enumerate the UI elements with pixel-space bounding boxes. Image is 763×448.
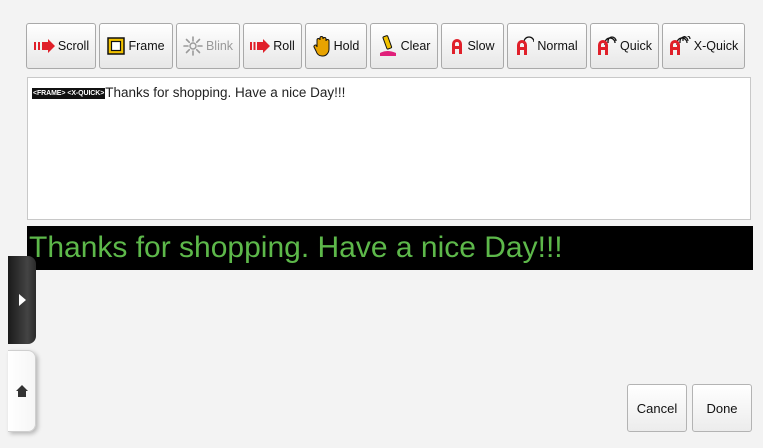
done-label: Done bbox=[706, 400, 738, 416]
roll-arrow-icon bbox=[250, 39, 271, 53]
speed-slow-button[interactable]: Slow bbox=[441, 23, 504, 69]
led-preview: Thanks for shopping. Have a nice Day!!! bbox=[27, 226, 753, 270]
side-play-tab[interactable] bbox=[8, 256, 36, 344]
speed-quick-icon bbox=[598, 36, 617, 55]
speed-xquick-icon bbox=[669, 36, 691, 55]
clear-label: Clear bbox=[400, 39, 431, 53]
frame-icon bbox=[107, 37, 126, 55]
message-editor[interactable]: <FRAME> <X-QUICK>Thanks for shopping. Hav… bbox=[27, 77, 751, 220]
normal-label: Normal bbox=[537, 39, 578, 53]
frame-tag: <FRAME> bbox=[32, 88, 67, 99]
hold-button[interactable]: Hold bbox=[305, 23, 367, 69]
quick-label: Quick bbox=[620, 39, 652, 53]
speed-normal-button[interactable]: Normal bbox=[507, 23, 587, 69]
slow-label: Slow bbox=[467, 39, 495, 53]
home-icon bbox=[15, 385, 28, 397]
effects-toolbar: Scroll Frame Blink Roll Hold Clear Slow … bbox=[26, 23, 754, 71]
frame-label: Frame bbox=[128, 39, 165, 53]
preview-text: Thanks for shopping. Have a nice Day!!! bbox=[29, 231, 563, 264]
scroll-button[interactable]: Scroll bbox=[26, 23, 96, 69]
speed-slow-icon bbox=[452, 39, 463, 54]
frame-button[interactable]: Frame bbox=[99, 23, 173, 69]
blink-label: Blink bbox=[205, 39, 234, 53]
scroll-label: Scroll bbox=[57, 39, 90, 53]
play-arrow-icon bbox=[19, 294, 26, 306]
scroll-arrow-icon bbox=[33, 39, 55, 53]
blink-icon bbox=[183, 36, 203, 56]
speed-quick-button[interactable]: Quick bbox=[590, 23, 659, 69]
speed-normal-icon bbox=[517, 36, 535, 55]
clear-button[interactable]: Clear bbox=[370, 23, 438, 69]
done-button[interactable]: Done bbox=[692, 384, 752, 432]
hold-hand-icon bbox=[313, 36, 330, 57]
cancel-button[interactable]: Cancel bbox=[627, 384, 687, 432]
roll-label: Roll bbox=[273, 39, 295, 53]
roll-button[interactable]: Roll bbox=[243, 23, 302, 69]
blink-button[interactable]: Blink bbox=[176, 23, 240, 69]
speed-tag: <X-QUICK> bbox=[66, 88, 106, 99]
speed-xquick-button[interactable]: X-Quick bbox=[662, 23, 745, 69]
clear-eraser-icon bbox=[379, 35, 396, 56]
xquick-label: X-Quick bbox=[693, 39, 739, 53]
hold-label: Hold bbox=[333, 39, 360, 53]
side-home-tab[interactable] bbox=[8, 350, 36, 432]
cancel-label: Cancel bbox=[636, 400, 678, 416]
editor-text: Thanks for shopping. Have a nice Day!!! bbox=[105, 85, 346, 100]
